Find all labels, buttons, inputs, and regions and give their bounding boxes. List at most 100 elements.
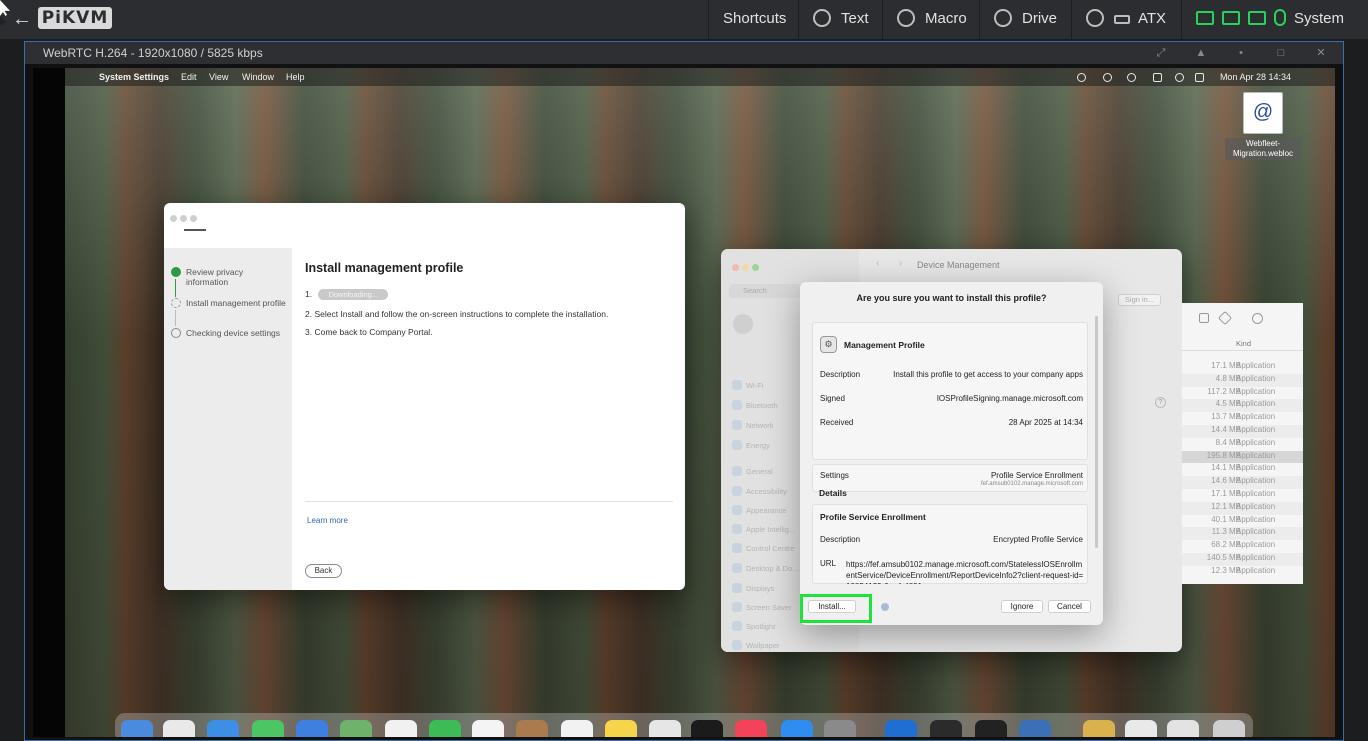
finder-row[interactable]: 11.3 MB Application [1182, 527, 1303, 541]
mail-icon[interactable] [296, 720, 328, 737]
facetime-icon[interactable] [429, 720, 461, 737]
sidebar-item-bluetooth[interactable]: Bluetooth [732, 400, 778, 410]
finder-icon[interactable] [121, 720, 153, 737]
control-centre-icon[interactable] [1195, 73, 1204, 82]
avatar[interactable] [733, 314, 753, 334]
back-button[interactable]: Back [305, 564, 342, 578]
profile-details[interactable]: ⚙ Management Profile Description Install… [812, 314, 1094, 584]
dot-icon[interactable]: • [1221, 42, 1261, 64]
ignore-button[interactable]: Ignore [1001, 600, 1043, 613]
folder-icon[interactable] [1083, 720, 1115, 737]
close-icon[interactable] [170, 215, 177, 222]
music-icon[interactable] [735, 720, 767, 737]
messages-icon[interactable] [252, 720, 284, 737]
drive-menu[interactable]: Drive [979, 0, 1071, 40]
preview-icon[interactable] [1019, 720, 1051, 737]
sidebar-item-control-centre[interactable]: Control Centre [732, 543, 795, 553]
finder-row[interactable]: 4.5 MB Application [1182, 399, 1303, 413]
sign-in-button[interactable]: Sign in... [1118, 294, 1161, 306]
finder-row[interactable]: 17.1 MB Application [1182, 361, 1303, 374]
document-icon[interactable] [1125, 720, 1157, 737]
back-chevron-icon[interactable]: ‹ [876, 258, 879, 269]
atx-menu[interactable]: ATX [1071, 0, 1181, 40]
resize-icon[interactable]: ⤢ [1141, 42, 1181, 64]
sidebar-item-wifi[interactable]: Wi-Fi [732, 380, 764, 390]
sidebar-item-displays[interactable]: Displays [732, 583, 774, 593]
screenshot-icon[interactable]: ▲ [1181, 42, 1221, 64]
launchpad-icon[interactable] [163, 720, 195, 737]
close-icon[interactable]: ✕ [1301, 42, 1341, 64]
menu-help[interactable]: Help [286, 68, 305, 86]
sidebar-item-spotlight[interactable]: Spotlight [732, 621, 775, 631]
terminal-icon[interactable] [975, 720, 1007, 737]
menu-edit[interactable]: Edit [181, 68, 197, 86]
finder-row[interactable]: 12.3 MB Application [1182, 566, 1303, 579]
cancel-button[interactable]: Cancel [1048, 600, 1091, 613]
menu-window[interactable]: Window [242, 68, 274, 86]
app-store-icon[interactable] [781, 720, 813, 737]
finder-row[interactable]: 40.1 MB Application [1182, 515, 1303, 528]
sidebar-item-desktop-dock[interactable]: Desktop & Do... [732, 563, 799, 573]
more-icon[interactable] [1252, 313, 1263, 324]
desktop-file[interactable]: @ Webfleet-Migration.webloc [1225, 92, 1301, 160]
sidebar-item-apple-intelligence[interactable]: Apple Intellig... [732, 524, 795, 534]
app-icon[interactable] [930, 720, 962, 737]
tv-icon[interactable] [691, 720, 723, 737]
menu-clock[interactable]: Mon Apr 28 14:34 [1220, 68, 1291, 86]
calendar-icon[interactable] [472, 720, 504, 737]
sidebar-item-general[interactable]: General [732, 466, 773, 476]
trash-icon[interactable] [1213, 720, 1245, 737]
shortcuts-menu[interactable]: Shortcuts [708, 0, 798, 40]
document-icon[interactable] [1167, 720, 1199, 737]
minimize-icon[interactable] [742, 264, 749, 271]
vpn-icon[interactable] [1103, 73, 1112, 82]
sidebar-item-energy[interactable]: Energy [732, 440, 770, 450]
system-menu[interactable]: System [1181, 0, 1368, 40]
finder-row[interactable]: 14.1 MB Application [1182, 463, 1303, 476]
finder-row[interactable]: 14.4 MB Application [1182, 425, 1303, 438]
finder-row[interactable]: 140.5 MB Application [1182, 553, 1303, 566]
text-menu[interactable]: Text [798, 0, 882, 40]
wifi-icon[interactable] [1153, 73, 1162, 82]
company-portal-icon[interactable] [885, 720, 917, 737]
macro-menu[interactable]: Macro [882, 0, 979, 40]
minimize-icon[interactable] [180, 215, 187, 222]
finder-row[interactable]: 195.8 MB Application [1182, 450, 1303, 464]
scrollbar[interactable] [1095, 316, 1098, 548]
reminders-icon[interactable] [561, 720, 593, 737]
close-icon[interactable] [732, 264, 739, 271]
menu-app-name[interactable]: System Settings [99, 68, 169, 86]
menu-view[interactable]: View [209, 68, 228, 86]
column-kind[interactable]: Kind [1236, 339, 1251, 348]
notes-icon[interactable] [605, 720, 637, 737]
search-icon[interactable] [1175, 73, 1184, 82]
freeform-icon[interactable] [649, 720, 681, 737]
contacts-icon[interactable] [516, 720, 548, 737]
sidebar-item-wallpaper[interactable]: Wallpaper [732, 640, 780, 650]
maximize-icon[interactable]: □ [1261, 42, 1301, 64]
finder-row[interactable]: 68.2 MB Application [1182, 540, 1303, 553]
finder-row[interactable]: 12.1 MB Application [1182, 501, 1303, 515]
learn-more-link[interactable]: Learn more [307, 516, 348, 525]
zoom-icon[interactable] [752, 264, 759, 271]
cloud-icon[interactable] [1127, 73, 1136, 82]
sidebar-item-screen-saver[interactable]: Screen Saver [732, 602, 791, 612]
back-arrow-icon[interactable]: ← [12, 8, 32, 31]
safari-icon[interactable] [207, 720, 239, 737]
tag-icon[interactable] [1217, 310, 1233, 326]
maps-icon[interactable] [340, 720, 372, 737]
finder-row[interactable]: 117.2 MB Application [1182, 387, 1303, 400]
zoom-icon[interactable] [190, 215, 197, 222]
photos-icon[interactable] [385, 720, 417, 737]
finder-row[interactable]: 17.1 MB Application [1182, 489, 1303, 502]
forward-chevron-icon[interactable]: › [899, 258, 902, 269]
system-settings-icon[interactable] [824, 720, 856, 737]
help-icon[interactable]: ? [1155, 397, 1166, 408]
sidebar-item-network[interactable]: Network [732, 420, 774, 430]
finder-row[interactable]: 14.6 MB Application [1182, 476, 1303, 489]
remote-screen[interactable]: System Settings Edit View Window Help Mo… [65, 68, 1335, 737]
globe-icon[interactable] [1077, 73, 1086, 82]
finder-row[interactable]: 4.8 MB Application [1182, 373, 1303, 387]
sidebar-item-accessibility[interactable]: Accessibility [732, 486, 787, 496]
sidebar-item-appearance[interactable]: Appearance [732, 505, 786, 515]
